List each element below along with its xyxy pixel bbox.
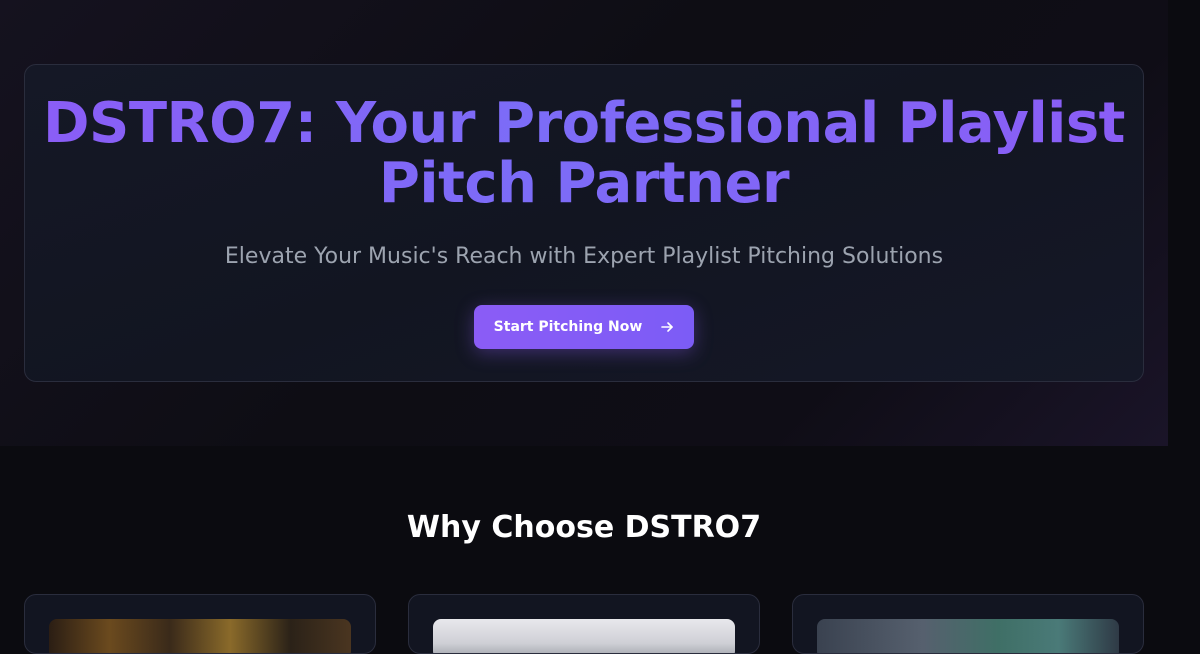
feature-card <box>24 594 376 654</box>
feature-card <box>408 594 760 654</box>
why-choose-title: Why Choose DSTRO7 <box>406 510 762 545</box>
page-gutter <box>1168 0 1200 446</box>
feature-card <box>792 594 1144 654</box>
feature-image <box>49 619 351 653</box>
feature-image <box>433 619 735 653</box>
start-pitching-button[interactable]: Start Pitching Now <box>474 305 694 349</box>
hero-title-line-2: Pitch Partner <box>378 151 790 216</box>
hero-subtitle: Elevate Your Music's Reach with Expert P… <box>224 244 944 269</box>
arrow-right-icon <box>660 320 674 334</box>
start-pitching-label: Start Pitching Now <box>493 319 643 335</box>
hero-title: DSTRO7: Your Professional Playlist Pitch… <box>0 94 1168 214</box>
hero-title-line-1: DSTRO7: Your Professional Playlist <box>43 91 1125 156</box>
feature-image <box>817 619 1119 653</box>
